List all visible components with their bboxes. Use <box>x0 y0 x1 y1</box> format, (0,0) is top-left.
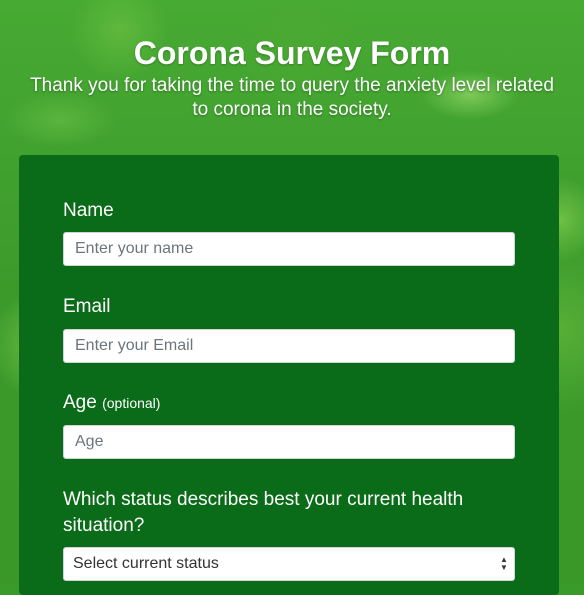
health-status-question: Which status describes best your current… <box>63 489 464 536</box>
email-input[interactable] <box>63 329 515 363</box>
page-header: Corona Survey Form Thank you for taking … <box>0 34 584 122</box>
health-status-selected-value: Select current status <box>73 555 219 572</box>
survey-form: Name Email Age (optional) Which status d… <box>19 155 559 595</box>
email-label: Email <box>63 296 111 317</box>
age-label-text: Age <box>63 392 97 413</box>
name-label: Name <box>63 200 114 221</box>
age-input[interactable] <box>63 425 515 459</box>
health-status-select[interactable]: Select current status ▲ ▼ <box>63 547 515 581</box>
age-label: Age (optional) <box>63 391 160 415</box>
age-optional-note: (optional) <box>102 395 161 411</box>
name-input[interactable] <box>63 232 515 266</box>
page-title: Corona Survey Form <box>133 35 451 71</box>
page-description: Thank you for taking the time to query t… <box>30 75 554 120</box>
select-updown-icon: ▲ ▼ <box>500 555 508 572</box>
